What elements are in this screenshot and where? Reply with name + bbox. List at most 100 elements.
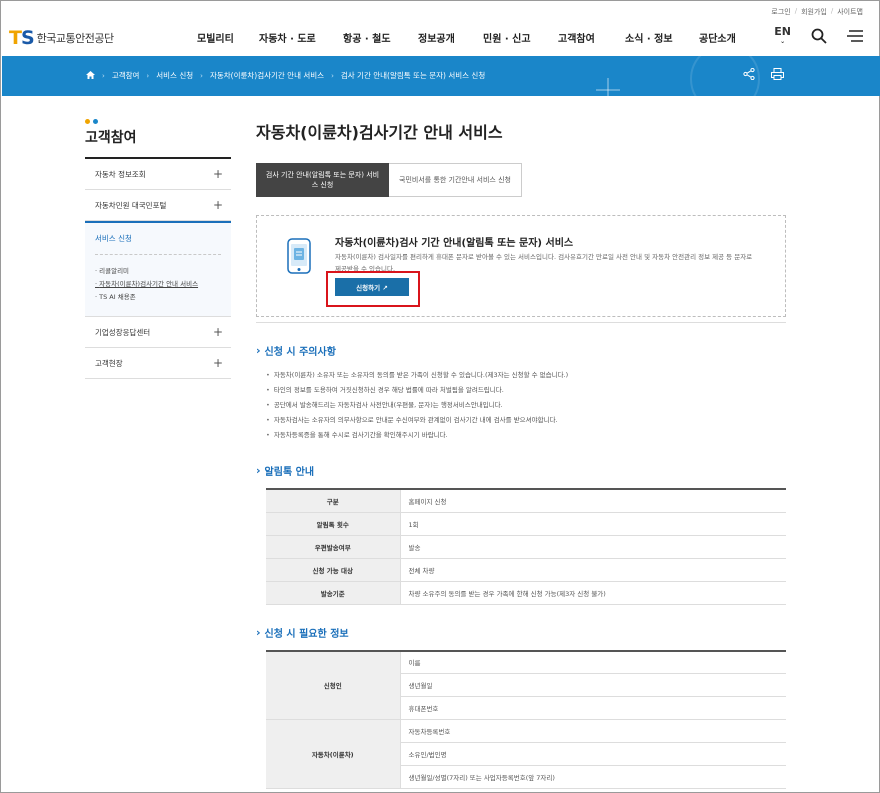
section-heading-notice: › 신청 시 주의사항 [256, 344, 336, 358]
side-nav-active-group: 서비스 신청 · 리콜알리미 · 자동차(이륜차)검사기간 안내 서비스 · T… [85, 221, 231, 317]
nav-item-car-road[interactable]: 자동차 · 도로 [259, 30, 343, 45]
side-nav-item[interactable]: 고객현장 + [85, 348, 231, 379]
table-header-cell: 구분 [266, 489, 401, 513]
side-nav-title: 고객참여 [85, 127, 231, 159]
section-heading-alimtalk: › 알림톡 안내 [256, 464, 315, 478]
table-row: 신청인 이름 [266, 650, 786, 720]
breadcrumb-banner: › 고객참여 › 서비스 신청 › 자동차(이륜차)검사기간 안내 서비스 › … [2, 56, 880, 96]
table-header-cell: 신청인 [266, 650, 401, 720]
breadcrumb-item[interactable]: 검사 기간 안내(알림톡 또는 문자) 서비스 신청 [341, 70, 485, 81]
table-cell: 생년월일 [400, 673, 786, 697]
table-cell: 전체 차량 [400, 558, 786, 582]
main-content: 자동차(이륜차)검사기간 안내 서비스 검사 기간 안내(알림톡 또는 문자) … [256, 119, 786, 789]
language-toggle[interactable]: EN ⌄ [774, 26, 791, 47]
nav-item-news[interactable]: 소식 · 정보 [625, 30, 699, 45]
chevron-right-icon: › [256, 344, 261, 357]
table-cell: 1회 [400, 512, 786, 536]
table-cell: 홈페이지 신청 [400, 489, 786, 513]
logo-mark: TS [9, 27, 35, 49]
table-cell: 자동차등록번호 [400, 719, 786, 743]
list-item: 자동차검사는 소유자의 의무사항으로 안내문 수신여부와 관계없이 검사기간 내… [266, 413, 786, 428]
logo[interactable]: TS 한국교통안전공단 [9, 27, 114, 49]
section-heading-required: › 신청 시 필요한 정보 [256, 625, 349, 640]
plus-icon: + [212, 167, 223, 181]
plus-decoration-icon [596, 78, 620, 96]
nav-item-air-rail[interactable]: 항공 · 철도 [343, 30, 418, 45]
title-dots-icon [85, 119, 231, 124]
mobile-phone-icon [287, 238, 311, 277]
side-nav-item[interactable]: 기업성장응답센터 + [85, 317, 231, 348]
table-row: 알림톡 횟수 1회 [266, 512, 786, 536]
chevron-right-icon: › [331, 71, 334, 80]
service-title: 자동차(이륜차)검사 기간 안내(알림톡 또는 문자) 서비스 [335, 238, 574, 249]
header-tools: EN ⌄ [774, 26, 863, 47]
logo-name: 한국교통안전공단 [36, 32, 114, 45]
chevron-right-icon: › [200, 71, 203, 80]
share-icon[interactable] [743, 67, 755, 83]
utility-links: 로그인 / 회원가입 / 사이트맵 [771, 7, 863, 17]
notice-list: 자동차(이륜차) 소유자 또는 소유자의 동의를 받은 가족이 신청할 수 있습… [256, 368, 786, 443]
list-item: 타인의 정보를 도용하여 거짓신청하신 경우 해당 법률에 따라 처벌됨을 알려… [266, 383, 786, 398]
banner-tools [743, 67, 784, 83]
side-nav-item-service-apply[interactable]: 서비스 신청 [95, 233, 221, 255]
divider [256, 322, 786, 323]
table-row: 구분 홈페이지 신청 [266, 489, 786, 513]
alimtalk-table: 구분 홈페이지 신청 알림톡 횟수 1회 우편발송여부 발송 신청 가능 대상 전체 차… [266, 488, 786, 605]
table-header-cell: 자동차(이륜차) [266, 719, 401, 789]
table-row: 자동차(이륜차) 자동차등록번호 [266, 719, 786, 789]
side-nav-sub-item[interactable]: · TS AI 채용존 [95, 291, 221, 304]
apply-button[interactable]: 신청하기 ↗ [335, 278, 409, 296]
table-cell: 이름 [400, 650, 786, 674]
chevron-right-icon: › [256, 464, 261, 477]
table-header-cell: 우편발송여부 [266, 535, 401, 559]
side-nav-item[interactable]: 자동차 정보조회 + [85, 159, 231, 190]
search-icon[interactable] [811, 28, 827, 47]
nav-item-mobility[interactable]: 모빌리티 [197, 30, 259, 45]
nav-item-customer[interactable]: 고객참여 [558, 30, 625, 45]
table-row: 신청 가능 대상 전체 차량 [266, 558, 786, 582]
signup-link[interactable]: 회원가입 [801, 7, 827, 17]
list-item: 자동차(이륜차) 소유자 또는 소유자의 동의를 받은 가족이 신청할 수 있습… [266, 368, 786, 383]
plus-icon: + [212, 198, 223, 212]
service-description: 자동차(이륜차) 검사일자를 편리하게 휴대폰 문자로 받아볼 수 있는 서비스… [335, 253, 753, 273]
print-icon[interactable] [771, 68, 784, 83]
side-nav-sub-item-current[interactable]: · 자동차(이륜차)검사기간 안내 서비스 [95, 278, 221, 291]
tab-alimtalk-apply[interactable]: 검사 기간 안내(알림톡 또는 문자) 서비스 신청 [256, 163, 389, 197]
sitemap-link[interactable]: 사이트맵 [837, 7, 863, 17]
service-box: 자동차(이륜차)검사 기간 안내(알림톡 또는 문자) 서비스 자동차(이륜차)… [256, 215, 786, 317]
required-info-table: 신청인 이름 생년월일 휴대폰번호 자동차(이륜차) 자동차등록번호 소유인/법인명… [266, 649, 786, 789]
plus-icon: + [212, 325, 223, 339]
breadcrumb-item[interactable]: 서비스 신청 [156, 70, 193, 81]
table-header-cell: 신청 가능 대상 [266, 558, 401, 582]
breadcrumb-item[interactable]: 고객참여 [112, 70, 140, 81]
chevron-right-icon: › [102, 71, 105, 80]
list-item: 자동차등록증을 통해 수시로 검사기간을 확인해주시기 바랍니다. [266, 428, 786, 443]
table-header-cell: 알림톡 횟수 [266, 512, 401, 536]
nav-item-petition[interactable]: 민원 · 신고 [483, 30, 558, 45]
side-nav-sub-item[interactable]: · 리콜알리미 [95, 265, 221, 278]
plus-icon: + [212, 356, 223, 370]
nav-item-about[interactable]: 공단소개 [699, 30, 759, 45]
table-row: 발송기준 차량 소유주의 동의를 받는 경우 가족에 한해 신청 가능(제3자 신… [266, 581, 786, 605]
chevron-right-icon: › [256, 625, 261, 639]
table-cell: 소유인/법인명 [400, 742, 786, 766]
breadcrumb-item[interactable]: 자동차(이륜차)검사기간 안내 서비스 [210, 70, 324, 81]
chevron-down-icon: ⌄ [780, 38, 786, 45]
table-cell: 휴대폰번호 [400, 696, 786, 720]
page-title: 자동차(이륜차)검사기간 안내 서비스 [256, 123, 503, 142]
chevron-right-icon: › [146, 71, 150, 80]
login-link[interactable]: 로그인 [771, 7, 790, 17]
breadcrumb: › 고객참여 › 서비스 신청 › 자동차(이륜차)검사기간 안내 서비스 › … [86, 70, 485, 81]
side-nav-item[interactable]: 자동차민원 대국민포털 + [85, 190, 231, 221]
tab-bar: 검사 기간 안내(알림톡 또는 문자) 서비스 신청 국민비서를 통한 기간안내… [256, 163, 786, 197]
table-row: 우편발송여부 발송 [266, 535, 786, 559]
table-cell: 발송 [400, 535, 786, 559]
table-cell: 생년월일/성별(7자리) 또는 사업자등록번호(앞 7자리) [400, 765, 786, 789]
home-icon[interactable] [86, 70, 95, 81]
main-nav: 모빌리티 자동차 · 도로 항공 · 철도 정보공개 민원 · 신고 고객참여 … [197, 30, 759, 45]
tab-national-secretary[interactable]: 국민비서를 통한 기간안내 서비스 신청 [389, 163, 522, 197]
table-cell: 차량 소유주의 동의를 받는 경우 가족에 한해 신청 가능(제3자 신청 불가… [400, 581, 786, 605]
menu-icon[interactable] [847, 29, 863, 45]
nav-item-disclosure[interactable]: 정보공개 [418, 30, 483, 45]
table-header-cell: 발송기준 [266, 581, 401, 605]
